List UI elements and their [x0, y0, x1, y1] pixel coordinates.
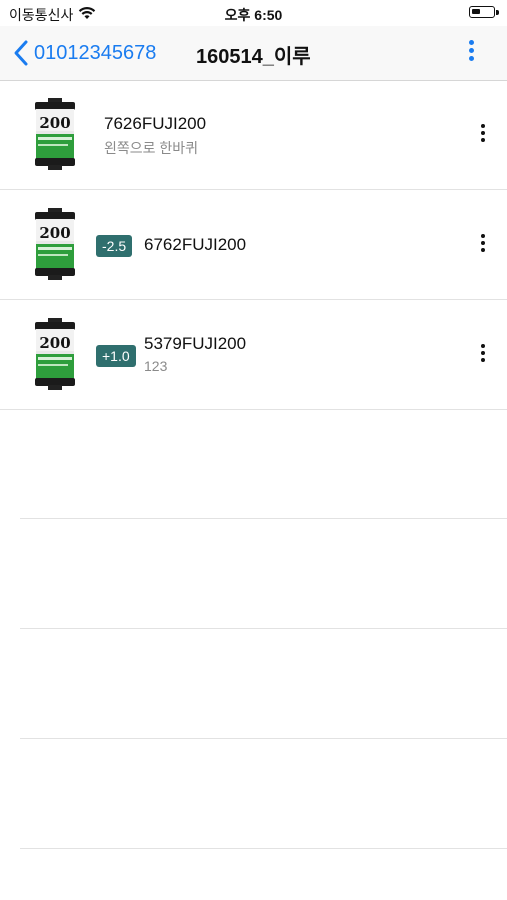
navigation-bar: 01012345678 160514_이루	[0, 26, 507, 81]
list-item[interactable]: 200 7626FUJI200 왼쪽으로 한바퀴	[0, 80, 507, 190]
svg-text:200: 200	[39, 334, 70, 352]
empty-row-separator	[20, 628, 507, 629]
roll-note: 왼쪽으로 한바퀴	[104, 140, 199, 156]
empty-row-separator	[20, 518, 507, 519]
empty-row-separator	[20, 738, 507, 739]
row-more-icon[interactable]	[479, 234, 487, 256]
back-button[interactable]: 01012345678	[12, 38, 156, 68]
back-chevron-icon	[14, 40, 28, 66]
status-bar: 이동통신사 오후 6:50	[0, 0, 507, 26]
status-time: 오후 6:50	[224, 7, 283, 23]
film-canister-icon: 200	[35, 98, 75, 170]
row-more-icon[interactable]	[479, 124, 487, 146]
battery-icon	[469, 6, 495, 18]
battery-cap	[496, 10, 499, 15]
list-item[interactable]: 200 -2.5 6762FUJI200	[0, 190, 507, 300]
exposure-badge: -2.5	[96, 235, 133, 257]
film-canister-icon: 200	[35, 208, 75, 280]
film-canister-icon: 200	[35, 318, 75, 390]
exposure-badge: +1.0	[96, 345, 136, 367]
roll-name: 5379FUJI200	[144, 334, 247, 353]
list-item[interactable]: 200 +1.0 5379FUJI200 123	[0, 300, 507, 410]
back-label: 01012345678	[34, 41, 157, 64]
more-vertical-icon[interactable]	[465, 40, 477, 66]
svg-text:200: 200	[39, 224, 70, 242]
row-more-icon[interactable]	[479, 344, 487, 366]
roll-name: 6762FUJI200	[144, 235, 247, 254]
svg-text:200: 200	[39, 114, 70, 132]
page-title: 160514_이루	[196, 46, 311, 68]
empty-row-separator	[20, 848, 507, 849]
roll-name: 7626FUJI200	[104, 114, 207, 133]
roll-note: 123	[144, 358, 168, 374]
roll-list: 200 7626FUJI200 왼쪽으로 한바퀴 200 -2.5 6762FU…	[0, 80, 507, 410]
